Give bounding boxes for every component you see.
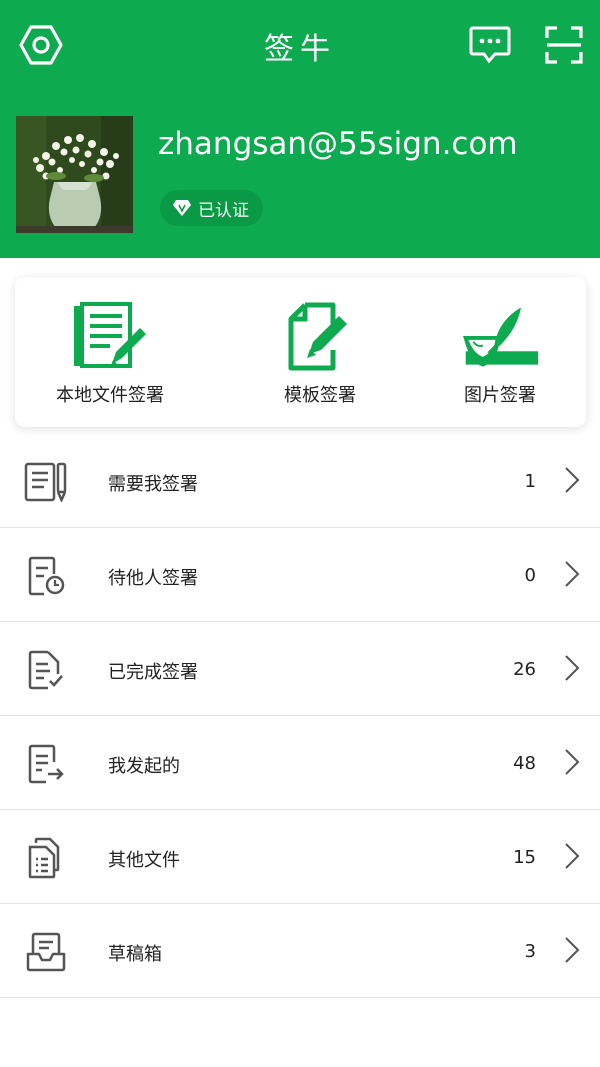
diamond-icon: [173, 200, 191, 216]
doc-send-icon: [28, 744, 64, 784]
shortcut-label: 图片签署: [464, 385, 536, 406]
scan-button[interactable]: [541, 22, 587, 68]
list-item-count: 1: [524, 471, 536, 492]
doc-clock-icon: [28, 556, 65, 596]
list-item-completed-sign[interactable]: 已完成签署 26: [0, 622, 600, 716]
chevron-right-icon: [565, 843, 580, 869]
list-item-need-my-sign[interactable]: 需要我签署 1: [0, 434, 600, 528]
list-item-count: 48: [513, 753, 536, 774]
shortcut-label: 本地文件签署: [56, 385, 164, 406]
list-item-other-files[interactable]: 其他文件 15: [0, 810, 600, 904]
list-item-initiated-by-me[interactable]: 我发起的 48: [0, 716, 600, 810]
list-item-label: 已完成签署: [108, 662, 198, 683]
avatar[interactable]: [16, 116, 133, 233]
list-item-label: 其他文件: [108, 850, 180, 871]
list-item-label: 待他人签署: [108, 568, 198, 589]
profile-header: 签牛 zhangsan@55sign.com 已认证: [0, 0, 600, 258]
doc-check-icon: [28, 650, 63, 690]
flower-vase-image: [16, 116, 133, 233]
list-item-wait-others-sign[interactable]: 待他人签署 0: [0, 528, 600, 622]
document-category-list: 需要我签署 1 待他人签署 0 已完成签署 26 我发起的 48 其他文件 15…: [0, 434, 600, 998]
list-item-count: 0: [524, 565, 536, 586]
chevron-right-icon: [565, 655, 580, 681]
template-sign-icon: [288, 302, 347, 371]
chevron-right-icon: [565, 467, 580, 493]
list-item-count: 26: [513, 659, 536, 680]
chat-icon: [469, 26, 511, 64]
shortcut-local-file-sign[interactable]: 本地文件签署: [15, 277, 205, 427]
list-item-label: 草稿箱: [108, 944, 162, 965]
list-item-count: 15: [513, 847, 536, 868]
verified-badge: 已认证: [160, 190, 263, 226]
shortcut-template-sign[interactable]: 模板签署: [225, 277, 415, 427]
list-item-count: 3: [524, 941, 536, 962]
shortcut-label: 模板签署: [284, 385, 356, 406]
shortcut-image-sign[interactable]: 图片签署: [405, 277, 595, 427]
chevron-right-icon: [565, 561, 580, 587]
local-file-sign-icon: [74, 302, 146, 368]
list-item-drafts[interactable]: 草稿箱 3: [0, 904, 600, 998]
chevron-right-icon: [565, 749, 580, 775]
top-bar: 签牛: [0, 0, 600, 90]
doc-stack-icon: [28, 837, 60, 879]
doc-pen-icon: [24, 462, 67, 502]
list-item-label: 我发起的: [108, 756, 180, 777]
user-email: zhangsan@55sign.com: [158, 126, 518, 162]
inbox-icon: [26, 932, 66, 972]
list-item-label: 需要我签署: [108, 474, 198, 495]
verified-label: 已认证: [198, 200, 249, 221]
sign-shortcuts-card: 本地文件签署 模板签署 图片签署: [15, 277, 586, 427]
scan-icon: [545, 26, 583, 64]
image-sign-icon: [463, 307, 539, 367]
chevron-right-icon: [565, 937, 580, 963]
messages-button[interactable]: [467, 22, 513, 68]
